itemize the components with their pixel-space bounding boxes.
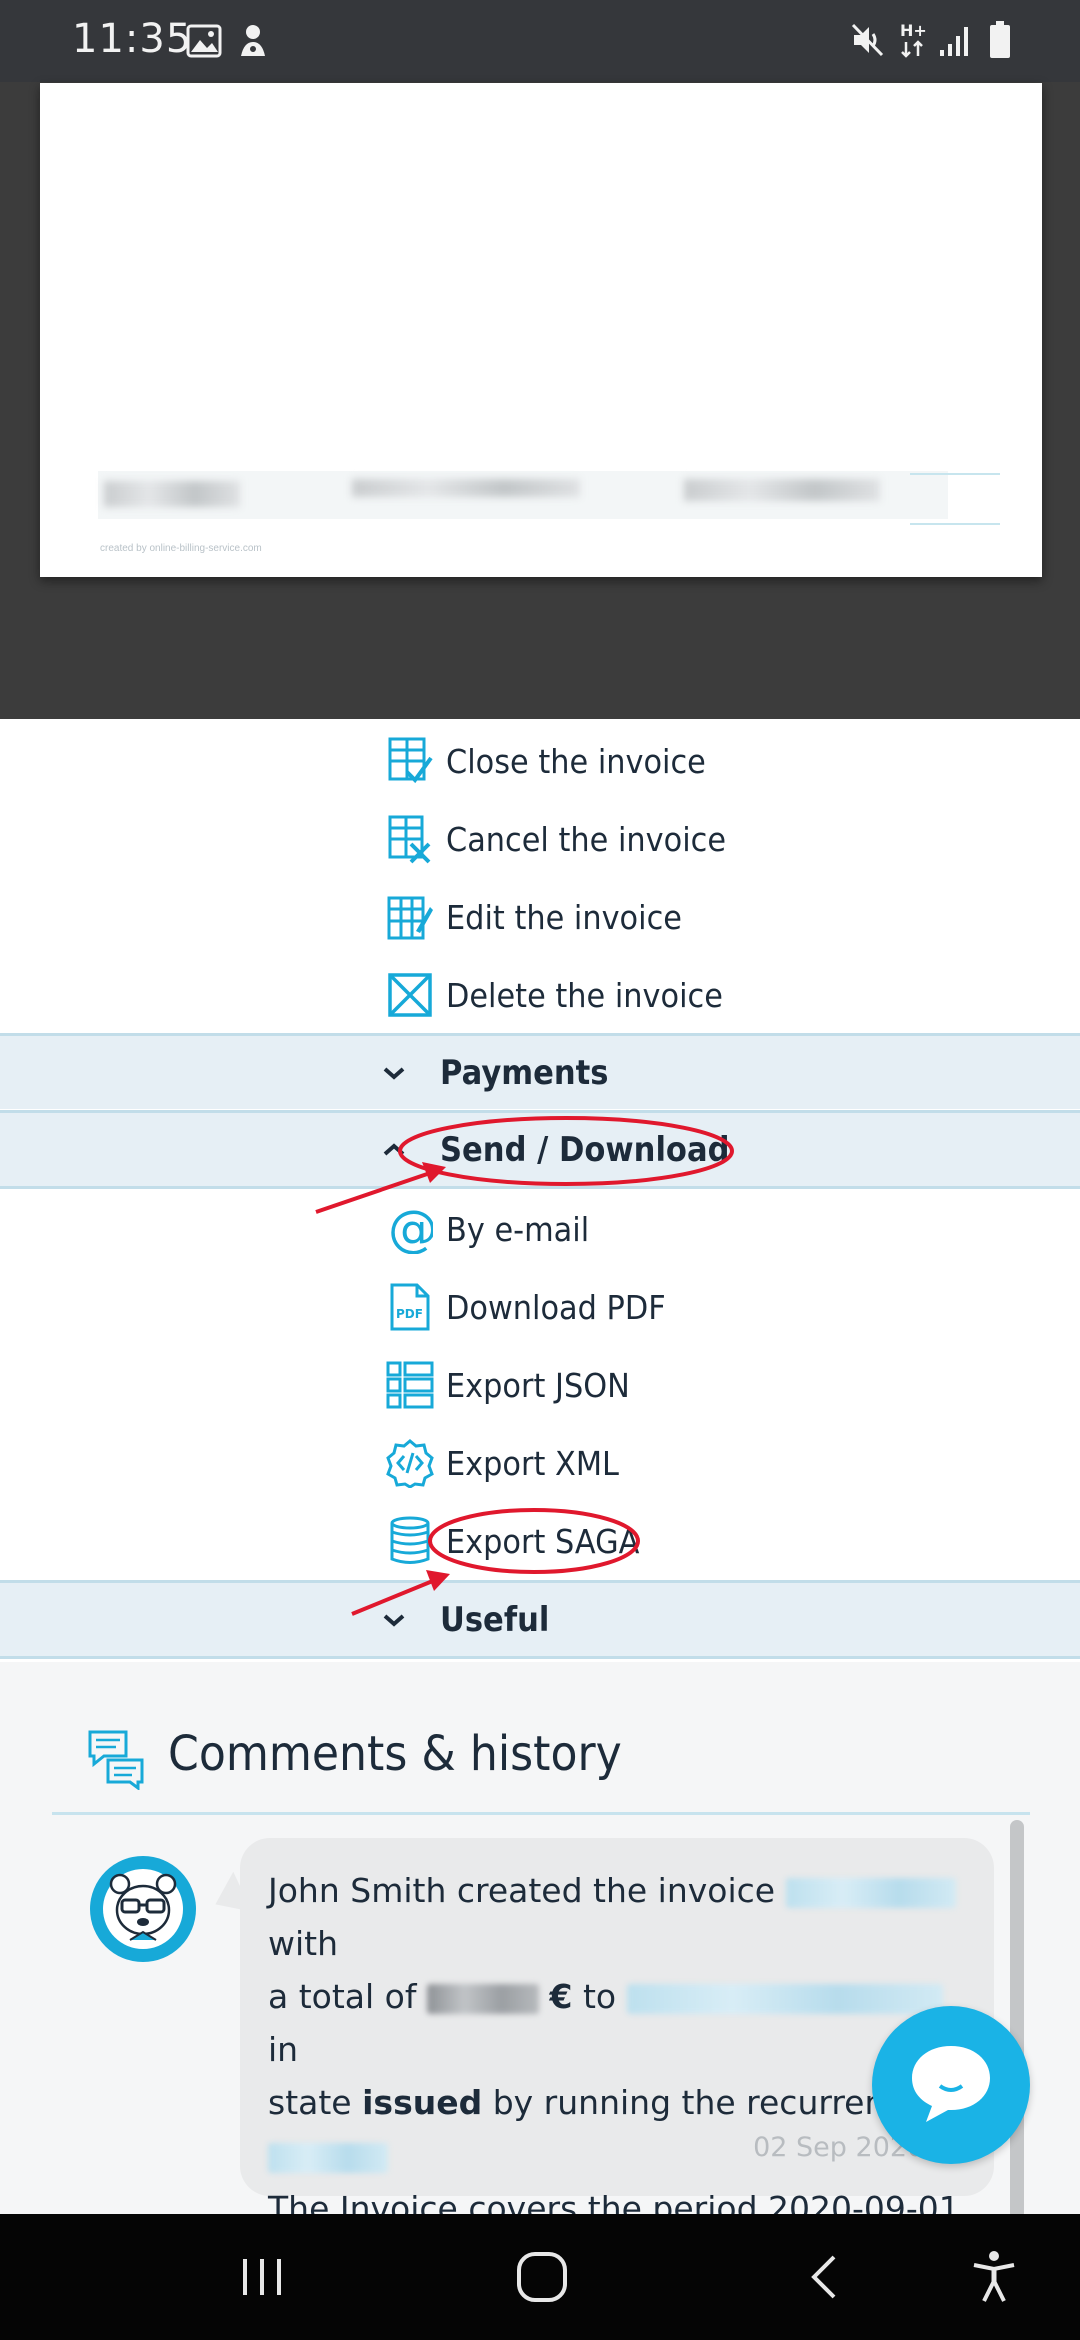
divider (52, 1812, 1030, 1815)
section-payments-title: Payments (440, 1052, 609, 1093)
battery-icon (988, 20, 1012, 65)
export-json-label: Export JSON (446, 1365, 630, 1405)
avatar (90, 1856, 196, 1962)
entry-text: with (268, 1924, 339, 1963)
accessibility-button[interactable] (954, 2242, 1034, 2312)
svg-text:H+: H+ (900, 21, 927, 40)
status-bar: 11:35 H+ (0, 0, 1080, 82)
delete-invoice-label: Delete the invoice (446, 975, 723, 1015)
redacted-recurrent-id (268, 2142, 388, 2173)
signal-icon (938, 24, 970, 63)
preview-watermark: created by online-billing-service.com (100, 543, 262, 554)
svg-text:PDF: PDF (396, 1307, 423, 1321)
entry-text: by running the recurrent (492, 2083, 899, 2122)
redacted-invoice-number (785, 1877, 956, 1908)
cancel-invoice-label: Cancel the invoice (446, 819, 727, 859)
back-icon (811, 2255, 836, 2299)
chat-bubbles-icon (86, 1728, 146, 1795)
system-nav-bar (0, 2214, 1080, 2340)
entry-status: issued (362, 2083, 483, 2122)
scrollbar[interactable] (1010, 1820, 1024, 2220)
chevron-down-icon (376, 1055, 412, 1091)
redacted-block (352, 479, 580, 497)
code-badge-icon (384, 1437, 436, 1489)
back-button[interactable] (784, 2242, 864, 2312)
list-grid-icon (384, 1359, 436, 1411)
edit-invoice-item[interactable]: Edit the invoice (384, 882, 884, 952)
comments-title: Comments & history (168, 1726, 622, 1782)
export-xml-item[interactable]: Export XML (384, 1428, 884, 1498)
invoice-preview-sheet[interactable]: created by online-billing-service.com (40, 83, 1042, 577)
home-icon (517, 2252, 567, 2302)
export-saga-label: Export SAGA (446, 1521, 640, 1561)
redacted-block (684, 479, 880, 501)
database-icon (384, 1515, 436, 1567)
recent-apps-icon (243, 2259, 281, 2295)
hplus-data-icon: H+ (898, 20, 928, 65)
gallery-icon (186, 24, 222, 63)
accessibility-icon (973, 2251, 1015, 2302)
close-invoice-label: Close the invoice (446, 741, 706, 781)
chevron-down-icon (376, 1602, 412, 1638)
download-pdf-label: Download PDF (446, 1287, 666, 1327)
close-invoice-item[interactable]: Close the invoice (384, 726, 884, 796)
notification-app-icon (238, 22, 268, 63)
redacted-amount (426, 1983, 539, 2014)
entry-text: in (268, 2030, 299, 2069)
divider (0, 1656, 1080, 1659)
home-button[interactable] (502, 2242, 582, 2312)
cancel-invoice-item[interactable]: Cancel the invoice (384, 804, 884, 874)
divider (0, 1186, 1080, 1189)
section-useful-title: Useful (440, 1599, 550, 1640)
chat-bubble-icon (906, 2040, 996, 2131)
entry-text: to (582, 1977, 617, 2016)
delete-invoice-item[interactable]: Delete the invoice (384, 960, 884, 1030)
entry-text: a total of (268, 1977, 417, 2016)
redacted-client-name (626, 1983, 943, 2014)
invoice-preview-area[interactable]: created by online-billing-service.com (0, 82, 1080, 719)
currency-symbol: € (549, 1977, 573, 2016)
by-email-item[interactable]: @ By e-mail (384, 1194, 884, 1264)
section-payments-header[interactable]: Payments (0, 1033, 1080, 1109)
entry-text: state (268, 2083, 352, 2122)
redacted-block (104, 481, 240, 507)
section-useful-header[interactable]: Useful (0, 1580, 1080, 1656)
chevron-up-icon (376, 1132, 412, 1168)
edit-invoice-label: Edit the invoice (446, 897, 682, 937)
recent-apps-button[interactable] (222, 2242, 302, 2312)
divider (910, 523, 1000, 525)
invoice-cancel-icon (384, 813, 436, 865)
section-send-download-header[interactable]: Send / Download (0, 1110, 1080, 1186)
box-x-icon (384, 969, 436, 1021)
pdf-file-icon: PDF (384, 1281, 436, 1333)
chat-button[interactable] (872, 2006, 1030, 2164)
by-email-label: By e-mail (446, 1209, 590, 1249)
download-pdf-item[interactable]: PDF Download PDF (384, 1272, 884, 1342)
section-send-download-title: Send / Download (440, 1129, 730, 1170)
export-xml-label: Export XML (446, 1443, 619, 1483)
status-time: 11:35 (72, 16, 193, 62)
invoice-edit-icon (384, 891, 436, 943)
svg-text:@: @ (388, 1204, 433, 1254)
export-json-item[interactable]: Export JSON (384, 1350, 884, 1420)
mute-icon (850, 22, 886, 63)
divider (910, 473, 1000, 475)
export-saga-item[interactable]: Export SAGA (384, 1506, 884, 1576)
invoice-check-icon (384, 735, 436, 787)
entry-text: John Smith created the invoice (268, 1871, 776, 1910)
history-entry-bubble: John Smith created the invoice with a to… (240, 1838, 994, 2281)
at-icon: @ (384, 1203, 436, 1255)
